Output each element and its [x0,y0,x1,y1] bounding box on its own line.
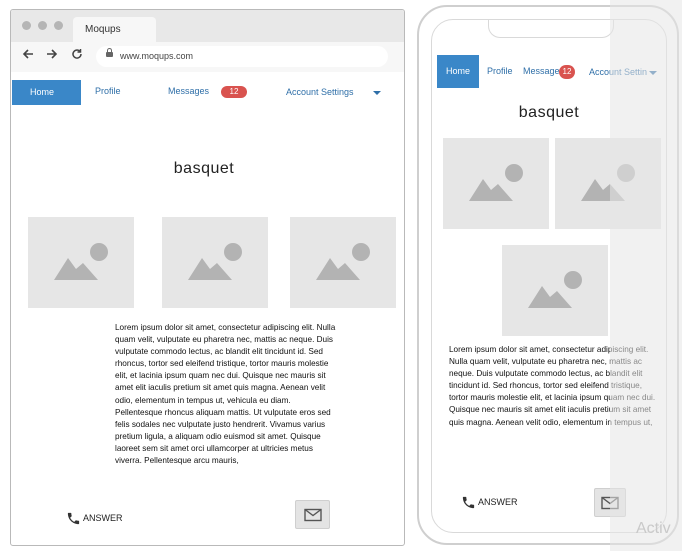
image-placeholder [443,138,549,229]
activation-watermark: Activ [636,520,671,537]
image-placeholder-icon [528,271,582,308]
window-dot-close[interactable] [22,21,31,30]
image-placeholder [502,245,608,336]
image-placeholder [290,217,396,308]
window-dot-maximize[interactable] [54,21,63,30]
phone-messages-badge: 12 [559,65,575,79]
phone-answer-button[interactable]: ANSWER [461,495,518,510]
phone-icon [67,513,80,525]
nav-account-settings-link[interactable]: Account Settings [286,87,354,97]
lock-icon [106,48,113,57]
image-placeholder-icon [54,243,108,280]
browser-tab-bar: Moqups [11,10,404,42]
url-field[interactable]: www.moqups.com [96,46,388,67]
image-placeholder-icon [316,243,370,280]
arrow-right-icon[interactable] [46,48,58,64]
image-placeholder-icon [188,243,242,280]
browser-address-bar: www.moqups.com [11,42,404,72]
mail-button[interactable] [295,500,330,529]
nav-messages-link[interactable]: Messages [168,86,209,96]
messages-badge: 12 [221,86,247,98]
page-title: basquet [173,160,235,177]
browser-tab[interactable]: Moqups [73,17,156,42]
phone-nav-home-button[interactable]: Home [437,55,479,88]
desktop-browser-mockup: Moqups www.moqups.com Home Profile Messa… [10,9,405,546]
image-placeholder [162,217,268,308]
answer-button[interactable]: ANSWER [66,511,123,526]
right-edge-overlay [610,0,682,551]
chevron-down-icon[interactable] [373,91,381,95]
image-placeholder [28,217,134,308]
image-placeholder-icon [469,164,523,201]
phone-answer-label: ANSWER [478,497,518,507]
answer-label: ANSWER [83,513,123,523]
phone-icon [462,497,475,509]
url-text: www.moqups.com [120,51,194,61]
nav-home-button[interactable]: Home [12,80,81,105]
phone-notch [488,20,614,38]
phone-nav-profile-link[interactable]: Profile [487,66,513,76]
phone-nav-messages-link[interactable]: Message [523,66,560,76]
mail-icon [303,508,322,521]
nav-profile-link[interactable]: Profile [95,86,121,96]
body-paragraph: Lorem ipsum dolor sit amet, consectetur … [115,323,336,466]
reload-icon[interactable] [71,48,83,64]
arrow-left-icon[interactable] [22,48,34,64]
window-dot-minimize[interactable] [38,21,47,30]
